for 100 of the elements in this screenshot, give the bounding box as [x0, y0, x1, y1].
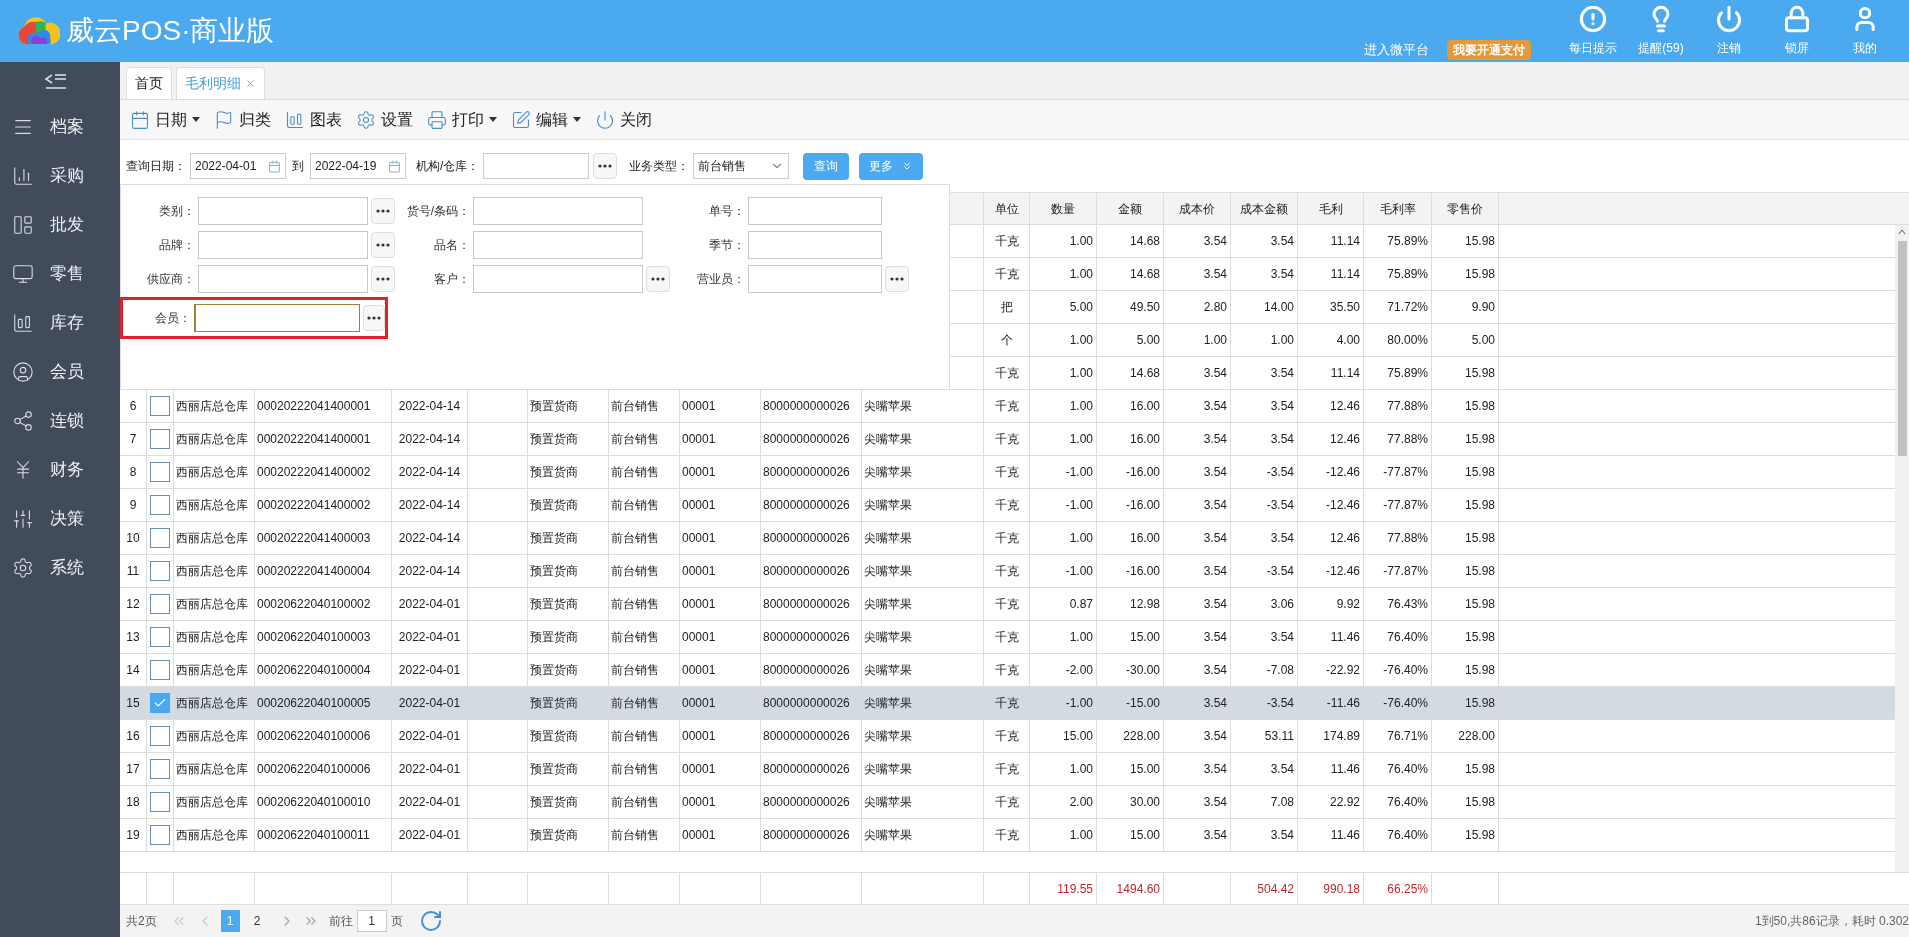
sidebar-item[interactable]: 库存 — [0, 298, 120, 347]
total-cell-text: 66.25% — [1387, 880, 1428, 898]
table-cell-text: 前台销售 — [611, 827, 659, 844]
table-row[interactable]: 12 西丽店总仓库 00020622040100002 2022-04-01 预置货商 前台销售 00001 8000000000026 尖嘴苹果 千克 0.87 12.98 3.54 3.06 9.92 76.43% 15.98 — [120, 588, 1895, 621]
toolbar-button[interactable]: 关闭 — [595, 107, 652, 132]
table-cell-text: 14.68 — [1129, 365, 1160, 382]
row-checkbox[interactable] — [150, 528, 170, 548]
row-checkbox[interactable] — [150, 429, 170, 449]
cloud-logo-icon — [16, 16, 60, 46]
sidebar-item[interactable]: 零售 — [0, 249, 120, 298]
table-row[interactable]: 15 西丽店总仓库 00020622040100005 2022-04-01 预置货商 前台销售 00001 8000000000026 尖嘴苹果 千克 -1.00 -15.00 3.54 -3.54 -11.46 -76.40% 15.98 — [120, 687, 1895, 720]
refresh-icon[interactable] — [418, 909, 443, 933]
row-checkbox[interactable] — [150, 825, 170, 845]
more-options-button[interactable] — [885, 266, 909, 292]
more-options-button[interactable] — [371, 198, 395, 224]
input-field[interactable] — [193, 304, 360, 332]
table-cell-text: 千克 — [994, 794, 1019, 811]
row-checkbox[interactable] — [150, 660, 170, 680]
row-checkbox[interactable] — [150, 462, 170, 482]
close-icon[interactable] — [245, 78, 256, 89]
table-row[interactable]: 14 西丽店总仓库 00020622040100004 2022-04-01 预置货商 前台销售 00001 8000000000026 尖嘴苹果 千克 -2.00 -30.00 3.54 -7.08 -22.92 -76.40% 15.98 — [120, 654, 1895, 687]
scrollbar[interactable] — [1895, 225, 1909, 872]
more-options-button[interactable] — [593, 153, 618, 179]
collapse-icon[interactable] — [44, 72, 68, 92]
table-row[interactable]: 8 西丽店总仓库 00020222041400002 2022-04-14 预置货商 前台销售 00001 8000000000026 尖嘴苹果 千克 -1.00 -16.00 3.54 -3.54 -12.46 -77.87% 15.98 — [120, 456, 1895, 489]
table-cell-text: 千克 — [994, 596, 1019, 613]
table-cell-text: 前台销售 — [611, 398, 659, 415]
sidebar-item[interactable]: 档案 — [0, 102, 120, 151]
row-checkbox[interactable] — [150, 627, 170, 647]
row-checkbox[interactable] — [150, 594, 170, 614]
row-number: 11 — [126, 563, 140, 580]
sidebar-item[interactable]: 决策 — [0, 494, 120, 543]
row-checkbox[interactable] — [150, 561, 170, 581]
date-field[interactable]: 2022-04-01 — [190, 153, 286, 179]
row-checkbox[interactable] — [150, 693, 170, 713]
input-field[interactable] — [198, 265, 368, 293]
select-field[interactable]: 前台销售 — [693, 153, 790, 179]
more-options-button[interactable] — [646, 266, 670, 292]
sidebar-item[interactable]: 采购 — [0, 151, 120, 200]
input-field[interactable] — [198, 231, 368, 259]
table-row[interactable]: 13 西丽店总仓库 00020622040100003 2022-04-01 预置货商 前台销售 00001 8000000000026 尖嘴苹果 千克 1.00 15.00 3.54 3.54 11.46 76.40% 15.98 — [120, 621, 1895, 654]
table-cell-text: 千克 — [994, 233, 1019, 250]
toolbar-button[interactable]: 打印 — [427, 107, 497, 132]
input-field[interactable] — [748, 231, 882, 259]
sidebar-item[interactable]: 系统 — [0, 543, 120, 592]
monitor-icon — [12, 262, 34, 285]
tab[interactable]: 首页 — [126, 67, 172, 99]
toolbar-button[interactable]: 归类 — [214, 107, 271, 132]
input-field[interactable] — [483, 153, 590, 179]
table-cell-text: 西丽店总仓库 — [176, 596, 248, 613]
date-field[interactable]: 2022-04-19 — [310, 153, 406, 179]
sidebar-item[interactable]: 连锁 — [0, 396, 120, 445]
table-cell-text: 把 — [1000, 299, 1013, 316]
table-row[interactable]: 11 西丽店总仓库 00020222041400004 2022-04-14 预置货商 前台销售 00001 8000000000026 尖嘴苹果 千克 -1.00 -16.00 3.54 -3.54 -12.46 -77.87% 15.98 — [120, 555, 1895, 588]
more-options-button[interactable] — [371, 266, 395, 292]
table-cell-text: 前台销售 — [611, 695, 659, 712]
more-options-button[interactable] — [362, 305, 385, 331]
toolbar-button[interactable]: 日期 — [130, 107, 200, 132]
table-row[interactable]: 9 西丽店总仓库 00020222041400002 2022-04-14 预置货商 前台销售 00001 8000000000026 尖嘴苹果 千克 -1.00 -16.00 3.54 -3.54 -12.46 -77.87% 15.98 — [120, 489, 1895, 522]
scrollbar-thumb[interactable] — [1897, 241, 1907, 456]
page-button[interactable]: 2 — [247, 910, 267, 932]
input-field[interactable] — [473, 197, 643, 225]
table-cell-text: 千克 — [994, 464, 1019, 481]
input-field[interactable] — [748, 265, 882, 293]
input-field[interactable] — [198, 197, 368, 225]
table-row[interactable]: 7 西丽店总仓库 00020222041400001 2022-04-14 预置货商 前台销售 00001 8000000000026 尖嘴苹果 千克 1.00 16.00 3.54 3.54 12.46 77.88% 15.98 — [120, 423, 1895, 456]
table-cell-text: 00020222041400001 — [257, 398, 371, 415]
sidebar-item[interactable]: 财务 — [0, 445, 120, 494]
toolbar-button[interactable]: 设置 — [356, 107, 413, 132]
table-row[interactable]: 19 西丽店总仓库 00020622040100011 2022-04-01 预置货商 前台销售 00001 8000000000026 尖嘴苹果 千克 1.00 15.00 3.54 3.54 11.46 76.40% 15.98 — [120, 819, 1895, 852]
ellipsis-icon — [366, 316, 381, 320]
row-checkbox[interactable] — [150, 726, 170, 746]
table-cell-text: 千克 — [994, 497, 1019, 514]
table-row[interactable]: 16 西丽店总仓库 00020622040100006 2022-04-01 预置货商 前台销售 00001 8000000000026 尖嘴苹果 千克 15.00 228.00 3.54 53.11 174.89 76.71% 228.00 — [120, 720, 1895, 753]
row-checkbox[interactable] — [150, 759, 170, 779]
input-field[interactable] — [748, 197, 882, 225]
table-row[interactable]: 6 西丽店总仓库 00020222041400001 2022-04-14 预置货商 前台销售 00001 8000000000026 尖嘴苹果 千克 1.00 16.00 3.54 3.54 12.46 77.88% 15.98 — [120, 390, 1895, 423]
input-field[interactable] — [473, 265, 643, 293]
sidebar-item[interactable]: 会员 — [0, 347, 120, 396]
table-cell-text: 前台销售 — [611, 431, 659, 448]
table-cell-text: 00020622040100003 — [257, 629, 371, 646]
field-label: 客户： — [433, 271, 470, 287]
table-row[interactable]: 18 西丽店总仓库 00020622040100010 2022-04-01 预置货商 前台销售 00001 8000000000026 尖嘴苹果 千克 2.00 30.00 3.54 7.08 22.92 76.40% 15.98 — [120, 786, 1895, 819]
toolbar-button[interactable]: 编辑 — [511, 107, 581, 132]
more-options-button[interactable] — [371, 232, 395, 258]
table-cell-text: 15.00 — [1129, 761, 1160, 778]
table-cell-text: 12.46 — [1329, 530, 1360, 547]
input-field[interactable] — [473, 231, 643, 259]
table-row[interactable]: 10 西丽店总仓库 00020222041400003 2022-04-14 预置货商 前台销售 00001 8000000000026 尖嘴苹果 千克 1.00 16.00 3.54 3.54 12.46 77.88% 15.98 — [120, 522, 1895, 555]
table-cell-text: 2022-04-01 — [398, 695, 461, 712]
row-checkbox[interactable] — [150, 792, 170, 812]
table-cell-text: 15.00 — [1129, 827, 1160, 844]
row-checkbox[interactable] — [150, 495, 170, 515]
sidebar-item[interactable]: 批发 — [0, 200, 120, 249]
scroll-up-icon[interactable] — [1898, 229, 1906, 235]
toolbar-button[interactable]: 图表 — [285, 107, 342, 132]
ellipsis-icon — [651, 277, 665, 281]
row-checkbox[interactable] — [150, 396, 170, 416]
table-row[interactable]: 17 西丽店总仓库 00020622040100006 2022-04-01 预置货商 前台销售 00001 8000000000026 尖嘴苹果 千克 1.00 15.00 3.54 3.54 11.46 76.40% 15.98 — [120, 753, 1895, 786]
page-input[interactable]: 1 — [356, 910, 387, 932]
